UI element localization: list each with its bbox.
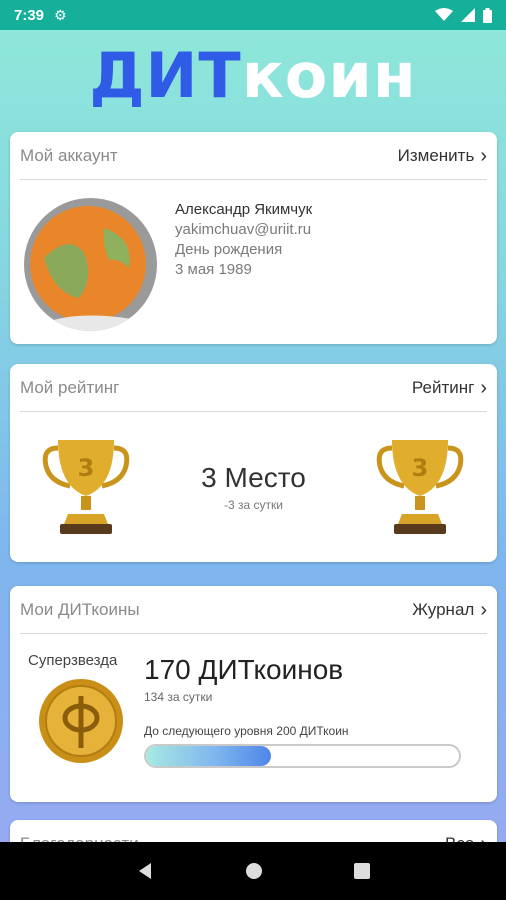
signal-icon: [461, 8, 475, 22]
app-logo: ДИТкоин: [0, 40, 506, 112]
journal-link[interactable]: Журнал ›: [412, 600, 487, 620]
gear-icon: ⚙: [54, 6, 67, 23]
logo-part-dit: ДИТ: [89, 39, 242, 112]
birthday-label: День рождения: [175, 241, 283, 258]
level-progress-bar: [144, 744, 461, 768]
rating-title: Мой рейтинг: [20, 377, 120, 397]
level-progress-fill: [146, 746, 272, 766]
rating-link[interactable]: Рейтинг ›: [412, 378, 487, 398]
rating-card: Мой рейтинг Рейтинг › 3 3 Место -3 за су…: [10, 364, 497, 562]
status-time: 7:39: [14, 6, 45, 24]
navigation-bar: [0, 842, 506, 900]
home-icon[interactable]: [244, 861, 264, 881]
recents-icon[interactable]: [353, 862, 371, 880]
wifi-icon: [435, 8, 453, 21]
account-title: Мой аккаунт: [20, 145, 118, 165]
chevron-right-icon: ›: [480, 144, 487, 167]
coins-card: Мои ДИТкоины Журнал › Суперзвезда 170 ДИ…: [10, 586, 497, 802]
coins-title: Мои ДИТкоины: [20, 599, 140, 619]
chevron-right-icon: ›: [480, 376, 487, 399]
coins-card-header: Мои ДИТкоины Журнал ›: [20, 586, 487, 634]
journal-link-label: Журнал: [412, 599, 475, 619]
user-email: yakimchuav@uriit.ru: [175, 221, 312, 238]
avatar[interactable]: [24, 198, 157, 331]
edit-account-link[interactable]: Изменить ›: [398, 146, 487, 166]
rating-card-header: Мой рейтинг Рейтинг ›: [20, 364, 487, 412]
birthday-value: 3 мая 1989: [175, 261, 252, 278]
coin-level-label: Суперзвезда: [28, 652, 118, 669]
status-bar: 7:39 ⚙: [0, 0, 506, 30]
trophy-icon: 3: [376, 440, 464, 534]
edit-account-label: Изменить: [397, 145, 475, 165]
next-level-text: До следующего уровня 200 ДИТкоин: [144, 724, 349, 738]
rating-link-label: Рейтинг: [411, 377, 475, 397]
chevron-right-icon: ›: [480, 598, 487, 621]
account-info: Александр Якимчук yakimchuav@uriit.ru Де…: [175, 200, 312, 280]
account-card-header: Мой аккаунт Изменить ›: [20, 132, 487, 180]
account-card: Мой аккаунт Изменить › Александр Якимчук…: [10, 132, 497, 344]
trophy-digit: 3: [412, 454, 429, 482]
coins-per-day: 134 за сутки: [144, 690, 213, 704]
user-name: Александр Якимчук: [175, 201, 313, 218]
coin-icon: [39, 679, 123, 763]
back-icon[interactable]: [135, 861, 155, 881]
battery-icon: [483, 7, 492, 23]
coins-amount: 170 ДИТкоинов: [144, 654, 344, 685]
logo-part-coin: коин: [241, 39, 417, 112]
